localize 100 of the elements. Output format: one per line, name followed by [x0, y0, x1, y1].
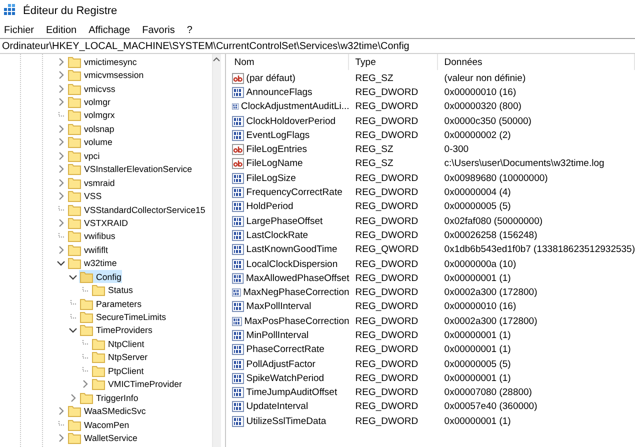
value-name: PhaseCorrectRate — [246, 344, 324, 356]
menu-item[interactable]: Fichier — [4, 24, 34, 36]
string-value-icon — [232, 72, 244, 84]
binary-value-icon — [232, 244, 244, 256]
chevron-right-icon[interactable] — [57, 165, 65, 174]
folder-icon — [92, 364, 105, 377]
tree-item[interactable]: volmgrx — [67, 108, 116, 122]
folder-icon — [92, 351, 105, 364]
value-type: REG_QWORD — [355, 244, 419, 256]
tree-item[interactable]: Config — [79, 270, 122, 284]
address-field[interactable]: Ordinateur\HKEY_LOCAL_MACHINE\SYSTEM\CurrentControlSet\Services\w32time\Config — [0, 38, 635, 54]
chevron-down-icon[interactable] — [57, 259, 65, 268]
chevron-right-icon[interactable] — [57, 58, 65, 66]
chevron-right-icon[interactable] — [57, 71, 65, 80]
chevron-right-icon[interactable] — [57, 246, 65, 254]
chevron-right-icon[interactable] — [57, 192, 65, 200]
tree-item[interactable]: WaaSMedicSvc — [67, 404, 147, 418]
value-name: TimeJumpAuditOffset — [246, 387, 338, 398]
tree-item[interactable]: VSTXRAID — [67, 216, 129, 230]
tree-item[interactable]: Status — [91, 284, 134, 297]
folder-icon — [80, 392, 93, 404]
value-type: REG_DWORD — [355, 316, 418, 327]
tree-item[interactable]: TimeProviders — [79, 324, 154, 337]
chevron-right-icon[interactable] — [57, 124, 65, 133]
chevron-right-icon[interactable] — [57, 434, 65, 442]
tree-item[interactable]: volsnap — [67, 122, 116, 136]
tree-item[interactable]: VSS — [67, 190, 103, 203]
folder-icon — [80, 298, 93, 310]
tree-item[interactable]: w32time — [67, 256, 118, 270]
tree-item[interactable]: vpci — [67, 149, 101, 162]
tree-item[interactable]: Parameters — [79, 297, 142, 310]
binary-value-icon — [232, 287, 242, 298]
value-data: 0x00000004 (4) — [444, 187, 511, 198]
value-data: 0x00000001 (1) — [444, 372, 511, 384]
chevron-down-icon[interactable] — [69, 272, 77, 281]
folder-icon — [68, 405, 81, 418]
registry-app-icon — [3, 4, 17, 18]
tree-item[interactable]: vsmraid — [67, 176, 116, 190]
chevron-right-icon[interactable] — [57, 218, 65, 227]
tree-item[interactable]: SecureTimeLimits — [79, 310, 168, 324]
tree-item[interactable]: TriggerInfo — [79, 391, 140, 404]
chevron-right-icon[interactable] — [57, 178, 65, 187]
value-data: 0x0000000a (10) — [444, 258, 516, 270]
tree-item[interactable]: VSStandardCollectorService15 — [67, 203, 206, 216]
tree-item[interactable]: volume — [67, 136, 114, 149]
column-header[interactable]: Données — [438, 54, 635, 70]
value-name: AnnounceFlags — [246, 86, 312, 98]
chevron-right-icon[interactable] — [57, 407, 65, 416]
column-header[interactable]: Type — [349, 54, 438, 70]
binary-value-icon — [232, 344, 244, 356]
binary-value-icon — [232, 130, 244, 141]
chevron-right-icon[interactable] — [57, 152, 65, 160]
value-data: 0x00000002 (2) — [444, 130, 511, 141]
value-name: PollAdjustFactor — [246, 358, 316, 370]
tree-item[interactable]: vmicvss — [67, 82, 116, 96]
scroll-up-icon[interactable] — [213, 57, 220, 62]
menu-item[interactable]: Favoris — [142, 24, 175, 36]
tree-item[interactable]: VSInstallerElevationService — [67, 162, 194, 176]
value-name: MaxAllowedPhaseOffset — [246, 272, 350, 284]
tree-item[interactable]: vwifibus — [67, 230, 116, 243]
menu-item[interactable]: Affichage — [88, 24, 130, 36]
value-name: MinPollInterval — [246, 330, 309, 341]
tree-item[interactable]: PtpClient — [91, 364, 145, 378]
value-name: FileLogSize — [246, 172, 296, 184]
folder-icon — [68, 150, 81, 162]
tree-item[interactable]: VMICTimeProvider — [91, 378, 183, 391]
tree-item[interactable]: volmgr — [67, 96, 112, 109]
scrollbar[interactable] — [212, 54, 222, 447]
tree-item[interactable]: WacomPen — [67, 418, 130, 432]
folder-icon — [68, 204, 81, 216]
chevron-right-icon[interactable] — [57, 138, 65, 146]
binary-value-icon — [232, 416, 244, 427]
value-name: UtilizeSslTimeData — [246, 416, 326, 427]
chevron-right-icon[interactable] — [81, 380, 89, 388]
chevron-right-icon[interactable] — [57, 98, 65, 106]
value-name: FileLogName — [246, 158, 303, 170]
folder-icon — [80, 324, 93, 336]
value-name: MaxPollInterval — [246, 301, 312, 312]
value-name: (par défaut) — [246, 72, 296, 84]
tree-item[interactable]: NtpServer — [91, 350, 149, 364]
value-type: REG_DWORD — [355, 187, 418, 198]
value-data: 0x00000005 (5) — [444, 201, 511, 212]
chevron-down-icon[interactable] — [69, 326, 77, 334]
value-data: 0x00007080 (28800) — [444, 387, 532, 398]
tree-item[interactable]: vmictimesync — [67, 55, 138, 68]
value-data: 0x00000010 (16) — [444, 86, 516, 98]
tree-item[interactable]: WalletService — [67, 431, 138, 444]
tree-item[interactable]: NtpClient — [91, 337, 146, 350]
tree-item[interactable]: vmicvmsession — [67, 68, 145, 82]
value-name: EventLogFlags — [246, 130, 310, 141]
menu-item[interactable]: Edition — [46, 24, 77, 36]
column-header[interactable]: Nom — [232, 54, 350, 70]
tree-item[interactable]: vwififlt — [67, 243, 109, 256]
binary-value-icon — [232, 301, 244, 312]
chevron-right-icon[interactable] — [69, 394, 77, 402]
value-name: FrequencyCorrectRate — [246, 187, 342, 198]
menu-item[interactable]: ? — [186, 24, 192, 36]
value-data: 0x00026258 (156248) — [444, 230, 538, 241]
value-name: LastClockRate — [246, 230, 308, 241]
chevron-right-icon[interactable] — [57, 84, 65, 93]
